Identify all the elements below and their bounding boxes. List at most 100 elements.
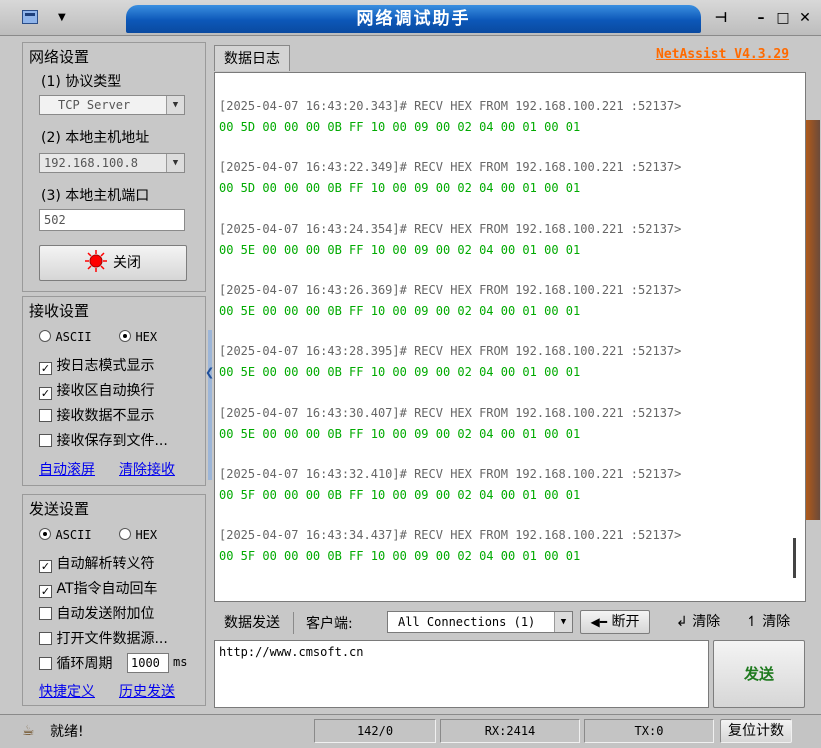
- shortcut-define-link[interactable]: 快捷定义: [39, 681, 95, 701]
- send-ascii-radio[interactable]: ASCII: [39, 527, 92, 547]
- receive-log[interactable]: [2025-04-07 16:43:20.343]# RECV HEX FROM…: [214, 72, 806, 602]
- send-option-checkbox[interactable]: 自动发送附加位: [39, 603, 154, 623]
- chevron-down-icon[interactable]: ▼: [554, 612, 572, 632]
- radio-button[interactable]: [39, 330, 51, 342]
- send-button[interactable]: 发送: [713, 640, 805, 708]
- cycle-label: 循环周期: [56, 656, 113, 672]
- receive-hex-radio[interactable]: HEX: [119, 329, 157, 349]
- version-link[interactable]: NetAssist V4.3.29: [656, 47, 789, 62]
- send-settings-title: 发送设置: [29, 500, 90, 518]
- receive-option-checkbox[interactable]: ✓ 按日志模式显示: [39, 355, 154, 375]
- close-window-button[interactable]: ✕: [796, 9, 814, 27]
- receive-ascii-label: ASCII: [55, 330, 92, 344]
- checkbox[interactable]: [39, 409, 52, 422]
- history-send-link[interactable]: 历史发送: [119, 681, 175, 701]
- disconnect-button[interactable]: ◀━ 断开: [580, 610, 650, 634]
- status-bar: ☕ 就绪! 142/0 RX:2414 TX:0 复位计数: [0, 714, 821, 748]
- title-bar: ▼ 网络调试助手 ⊣ – □ ✕: [0, 0, 821, 36]
- checkbox[interactable]: [39, 657, 52, 670]
- clear-send-button[interactable]: ↿ 清除: [746, 611, 790, 631]
- send-input[interactable]: http://www.cmsoft.cn: [214, 640, 709, 708]
- log-entry-header: [2025-04-07 16:43:24.354]# RECV HEX FROM…: [219, 221, 682, 236]
- network-settings-title: 网络设置: [29, 48, 90, 66]
- close-button-label: 关闭: [113, 255, 141, 271]
- splitter-bar: [208, 330, 212, 480]
- tab-data-send[interactable]: 数据发送: [214, 610, 290, 636]
- host-value: 192.168.100.8: [44, 156, 138, 170]
- receive-option-checkbox[interactable]: 接收数据不显示: [39, 405, 154, 425]
- log-entry-header: [2025-04-07 16:43:30.407]# RECV HEX FROM…: [219, 405, 682, 420]
- send-option-checkbox[interactable]: ✓ AT指令自动回车: [39, 578, 158, 598]
- status-icon: ☕: [22, 723, 35, 739]
- cycle-period-input[interactable]: 1000: [127, 653, 169, 673]
- radio-button[interactable]: [119, 528, 131, 540]
- menu-arrow-icon: ▼: [58, 12, 66, 23]
- tx-counter: TX:0: [584, 719, 714, 743]
- close-connection-button[interactable]: 关闭: [39, 245, 187, 281]
- send-option-checkbox[interactable]: ✓ 自动解析转义符: [39, 553, 154, 573]
- protocol-label: (1) 协议类型: [41, 74, 122, 90]
- panel-splitter[interactable]: ❮: [205, 330, 214, 480]
- chevron-down-icon[interactable]: ▼: [166, 96, 184, 114]
- send-option-label: 打开文件数据源...: [56, 631, 168, 647]
- checkbox[interactable]: [39, 607, 52, 620]
- checkbox[interactable]: ✓: [39, 362, 52, 375]
- app-icon: [22, 10, 38, 24]
- protocol-select[interactable]: TCP Server ▼: [39, 95, 185, 115]
- pin-icon[interactable]: ⊣: [712, 9, 730, 27]
- log-entry-header: [2025-04-07 16:43:28.395]# RECV HEX FROM…: [219, 344, 682, 359]
- chevron-down-icon[interactable]: ▼: [166, 154, 184, 172]
- log-entry-data: 00 5D 00 00 00 0B FF 10 00 09 00 02 04 0…: [219, 120, 581, 134]
- checkbox[interactable]: ✓: [39, 560, 52, 573]
- system-menu[interactable]: ▼: [22, 7, 92, 29]
- log-scrollbar[interactable]: [793, 538, 796, 578]
- connections-select[interactable]: All Connections (1) ▼: [387, 611, 573, 633]
- divider: [293, 612, 294, 634]
- receive-settings-group: 接收设置 ASCII HEX 自动滚屏 清除接收 ✓ 按日志模式显示 ✓ 接收区自…: [22, 296, 206, 486]
- checkbox[interactable]: [39, 434, 52, 447]
- clear-receive-link[interactable]: 清除接收: [119, 459, 175, 479]
- reset-count-button[interactable]: 复位计数: [720, 719, 792, 743]
- arrow-left-icon: ◀━: [590, 615, 607, 629]
- auto-scroll-link[interactable]: 自动滚屏: [39, 459, 95, 479]
- rx-counter: RX:2414: [440, 719, 580, 743]
- counter-cell: 142/0: [314, 719, 436, 743]
- minimize-button[interactable]: –: [752, 9, 770, 27]
- log-entry-data: 00 5E 00 00 00 0B FF 10 00 09 00 02 04 0…: [219, 303, 581, 318]
- connections-value: All Connections (1): [398, 615, 536, 629]
- chevron-left-icon[interactable]: ❮: [205, 366, 214, 379]
- disconnect-label: 断开: [611, 614, 640, 630]
- radio-button[interactable]: [39, 528, 51, 540]
- log-entry-header: [2025-04-07 16:43:22.349]# RECV HEX FROM…: [219, 160, 682, 175]
- send-option-label: 自动解析转义符: [56, 556, 155, 572]
- left-panel: 网络设置 (1) 协议类型 TCP Server ▼ (2) 本地主机地址 19…: [22, 38, 206, 708]
- cycle-send-checkbox[interactable]: 循环周期: [39, 653, 112, 673]
- receive-ascii-radio[interactable]: ASCII: [39, 329, 92, 349]
- status-ready: 就绪!: [50, 724, 84, 740]
- port-label: (3) 本地主机端口: [41, 188, 150, 204]
- send-option-checkbox[interactable]: 打开文件数据源...: [39, 628, 168, 648]
- send-hex-radio[interactable]: HEX: [119, 527, 157, 547]
- clear-log-button[interactable]: ↲ 清除: [676, 611, 720, 631]
- receive-option-label: 接收保存到文件...: [56, 433, 168, 449]
- receive-option-checkbox[interactable]: ✓ 接收区自动换行: [39, 380, 154, 400]
- checkbox[interactable]: ✓: [39, 387, 52, 400]
- send-option-label: 自动发送附加位: [56, 606, 155, 622]
- log-entry-data: 00 5D 00 00 00 0B FF 10 00 09 00 02 04 0…: [219, 181, 581, 196]
- receive-option-label: 接收区自动换行: [56, 383, 155, 399]
- checkbox[interactable]: [39, 632, 52, 645]
- clear-log-label: 清除: [692, 614, 721, 630]
- log-entry-data: 00 5F 00 00 00 0B FF 10 00 09 00 02 04 0…: [219, 487, 581, 502]
- port-input[interactable]: 502: [39, 209, 185, 231]
- host-select[interactable]: 192.168.100.8 ▼: [39, 153, 185, 173]
- log-entry-header: [2025-04-07 16:43:20.343]# RECV HEX FROM…: [219, 99, 682, 113]
- radio-button[interactable]: [119, 330, 131, 342]
- tab-data-log[interactable]: 数据日志: [214, 45, 290, 71]
- client-label: 客户端:: [306, 616, 353, 632]
- log-entry-data: 00 5E 00 00 00 0B FF 10 00 09 00 02 04 0…: [219, 242, 581, 257]
- checkbox[interactable]: ✓: [39, 585, 52, 598]
- receive-option-checkbox[interactable]: 接收保存到文件...: [39, 430, 168, 450]
- maximize-button[interactable]: □: [774, 9, 792, 27]
- log-entry-data: 00 5E 00 00 00 0B FF 10 00 09 00 02 04 0…: [219, 426, 581, 441]
- clear-down-icon: ↲: [676, 614, 688, 630]
